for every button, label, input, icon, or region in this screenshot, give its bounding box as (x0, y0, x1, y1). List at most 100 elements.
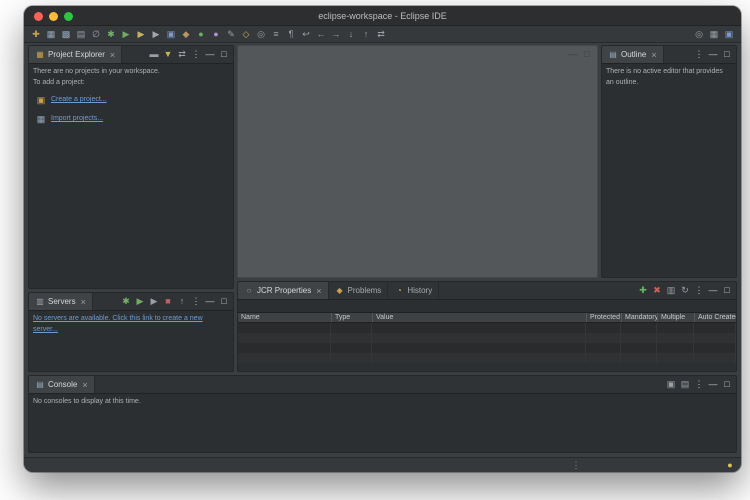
close-tab-icon[interactable]: × (82, 380, 87, 390)
tab-problems[interactable]: ◆Problems (329, 282, 389, 299)
tab-label: Servers (48, 297, 76, 306)
project-explorer-header: ▦ Project Explorer × ▬▼⇄⋮—□ (29, 46, 233, 64)
stop-server-icon[interactable]: ■ (162, 295, 174, 308)
new-class-icon[interactable]: ● (195, 28, 207, 41)
close-window-button[interactable] (34, 12, 43, 21)
column-header-mandatory[interactable]: Mandatory (621, 313, 657, 322)
search-icon[interactable]: ◎ (693, 28, 705, 41)
show-protected-icon[interactable]: ▥ (665, 284, 677, 297)
link-with-editor-icon[interactable]: ⇄ (176, 48, 188, 61)
maximize-icon[interactable]: □ (218, 295, 230, 308)
java-perspective-icon[interactable]: ▣ (723, 28, 735, 41)
print-icon[interactable]: ▤ (75, 28, 87, 41)
column-header-auto-created[interactable]: Auto Created (694, 313, 736, 322)
minimize-icon[interactable]: — (707, 48, 719, 61)
filter-icon[interactable]: ▼ (162, 48, 174, 61)
maximize-icon[interactable]: □ (721, 284, 733, 297)
external-tools-icon[interactable]: ▶ (150, 28, 162, 41)
maximize-icon[interactable]: □ (581, 48, 593, 61)
new-wizard-icon[interactable]: ✚ (30, 28, 42, 41)
start-server-icon[interactable]: ▶ (134, 295, 146, 308)
open-perspective-icon[interactable]: ▦ (708, 28, 720, 41)
close-tab-icon[interactable]: × (81, 297, 86, 307)
back-icon[interactable]: ← (315, 28, 327, 41)
view-menu-icon[interactable]: ⋮ (190, 295, 202, 308)
previous-annotation-icon[interactable]: ↑ (360, 28, 372, 41)
new-interface-icon[interactable]: ● (210, 28, 222, 41)
minimize-icon[interactable]: — (707, 378, 719, 391)
view-menu-icon[interactable]: ⋮ (693, 284, 705, 297)
publish-server-icon[interactable]: ↑ (176, 295, 188, 308)
add-property-icon[interactable]: ✚ (637, 284, 649, 297)
breadcrumb-icon[interactable]: ≡ (270, 28, 282, 41)
toolbar-left-icons: ✚▦▩▤∅✱▶▶▶▣◆●●✎◇◎≡¶↩←→↓↑⇄ (30, 28, 387, 41)
maximize-icon[interactable]: □ (218, 48, 230, 61)
coverage-icon[interactable]: ▶ (135, 28, 147, 41)
minimize-icon[interactable]: — (707, 284, 719, 297)
new-task-icon[interactable]: ✎ (225, 28, 237, 41)
notifications-icon[interactable]: ● (724, 459, 736, 472)
column-header-protected[interactable]: Protected (586, 313, 621, 322)
maximize-icon[interactable]: □ (721, 48, 733, 61)
zoom-window-button[interactable] (64, 12, 73, 21)
table-cell (372, 343, 586, 353)
debug-icon[interactable]: ✱ (105, 28, 117, 41)
minimize-icon[interactable]: — (204, 48, 216, 61)
import-projects-link[interactable]: Import projects... (51, 114, 103, 125)
mark-occurrences-icon[interactable]: ¶ (285, 28, 297, 41)
tab-jcr-properties[interactable]: ○JCR Properties× (238, 282, 329, 299)
next-annotation-icon[interactable]: ↓ (345, 28, 357, 41)
close-tab-icon[interactable]: × (316, 286, 321, 296)
tab-console[interactable]: ▤ Console × (29, 376, 95, 393)
column-header-multiple[interactable]: Multiple (657, 313, 694, 322)
remove-property-icon[interactable]: ✖ (651, 284, 663, 297)
create-server-link[interactable]: No servers are available. Click this lin… (33, 315, 203, 333)
tab-servers[interactable]: ▥ Servers × (29, 293, 93, 310)
debug-server-icon[interactable]: ✱ (120, 295, 132, 308)
table-cell (331, 333, 372, 343)
table-cell (694, 333, 736, 343)
minimize-icon[interactable]: — (204, 295, 216, 308)
refresh-icon[interactable]: ↻ (679, 284, 691, 297)
view-menu-icon[interactable]: ⋮ (693, 378, 705, 391)
table-cell (621, 323, 657, 333)
tab-label: Outline (621, 50, 646, 59)
project-explorer-panel: ▦ Project Explorer × ▬▼⇄⋮—□ There are no… (28, 45, 234, 289)
close-tab-icon[interactable]: × (651, 50, 656, 60)
status-bar: ⋮ ● (24, 457, 741, 472)
last-edit-location-icon[interactable]: ↩ (300, 28, 312, 41)
pin-console-icon[interactable]: ▤ (679, 378, 691, 391)
link-with-editor-icon[interactable]: ⇄ (375, 28, 387, 41)
run-icon[interactable]: ▶ (120, 28, 132, 41)
table-cell (694, 323, 736, 333)
save-icon[interactable]: ▦ (45, 28, 57, 41)
minimize-icon[interactable]: — (567, 48, 579, 61)
main-toolbar: ✚▦▩▤∅✱▶▶▶▣◆●●✎◇◎≡¶↩←→↓↑⇄ ◎▦▣ (24, 26, 741, 43)
new-java-project-icon[interactable]: ▣ (165, 28, 177, 41)
open-type-icon[interactable]: ◇ (240, 28, 252, 41)
maximize-icon[interactable]: □ (721, 378, 733, 391)
view-menu-icon[interactable]: ⋮ (693, 48, 705, 61)
minimize-window-button[interactable] (49, 12, 58, 21)
console-header: ▤ Console × ▣▤⋮—□ (29, 376, 736, 394)
table-cell (238, 333, 331, 343)
search-toolbar-icon[interactable]: ◎ (255, 28, 267, 41)
profile-server-icon[interactable]: ▶ (148, 295, 160, 308)
table-cell (586, 333, 621, 343)
tab-history[interactable]: ◔History (388, 282, 439, 299)
view-menu-icon[interactable]: ⋮ (190, 48, 202, 61)
open-console-icon[interactable]: ▣ (665, 378, 677, 391)
new-package-icon[interactable]: ◆ (180, 28, 192, 41)
tab-project-explorer[interactable]: ▦ Project Explorer × (29, 46, 122, 63)
column-header-value[interactable]: Value (372, 313, 586, 322)
column-header-type[interactable]: Type (331, 313, 372, 322)
skip-breakpoints-icon[interactable]: ∅ (90, 28, 102, 41)
close-tab-icon[interactable]: × (110, 50, 115, 60)
column-header-name[interactable]: Name (238, 313, 331, 322)
save-all-icon[interactable]: ▩ (60, 28, 72, 41)
tab-outline[interactable]: ▤ Outline × (602, 46, 664, 63)
forward-icon[interactable]: → (330, 28, 342, 41)
create-project-link[interactable]: Create a project... (51, 95, 107, 106)
collapse-all-icon[interactable]: ▬ (148, 48, 160, 61)
table-cell (331, 343, 372, 353)
